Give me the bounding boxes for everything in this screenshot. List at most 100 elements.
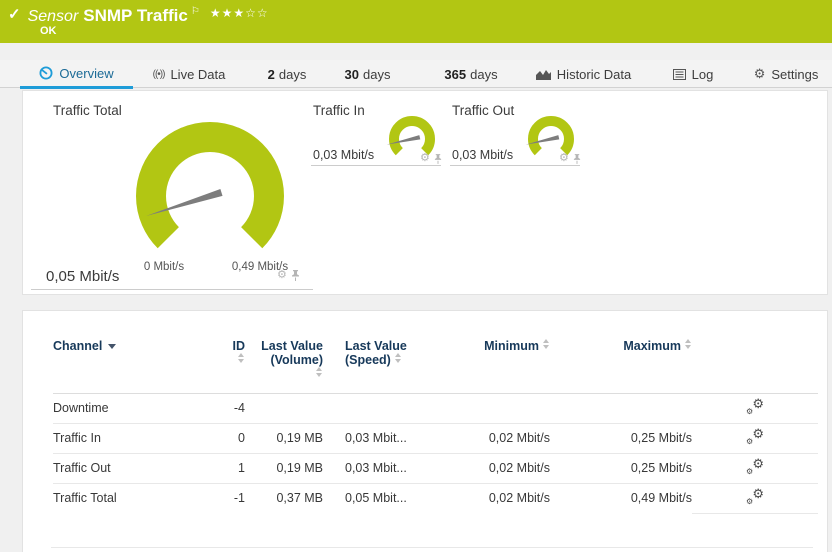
- sort-arrows-icon: [543, 339, 550, 349]
- column-header-speed-line2: (Speed): [345, 353, 391, 367]
- tab-live-data-label: Live Data: [170, 67, 225, 82]
- sort-arrows-icon: [316, 367, 323, 377]
- tab-overview-label: Overview: [59, 66, 113, 81]
- channel-minimum: 0,02 Mbit/s: [418, 423, 550, 453]
- gauge-title-traffic-in: Traffic In: [313, 103, 365, 118]
- gauge-scale-min: 0 Mbit/s: [114, 261, 214, 273]
- channel-id: 0: [223, 423, 245, 453]
- channel-minimum: 0,02 Mbit/s: [418, 453, 550, 483]
- channel-minimum: 0,02 Mbit/s: [418, 483, 550, 513]
- channel-name[interactable]: Traffic Total: [53, 483, 223, 513]
- column-header-minimum[interactable]: Minimum: [418, 339, 550, 393]
- channel-volume: [245, 393, 323, 423]
- gauge-quick-actions: ⚙: [559, 153, 581, 164]
- channel-maximum: 0,49 Mbit/s: [550, 483, 692, 513]
- tab-bar: Overview ((•)) Live Data 2 days 30 days …: [0, 60, 832, 88]
- tab-historic-data-label: Historic Data: [557, 67, 631, 82]
- column-header-speed-line1: Last Value: [345, 339, 407, 353]
- column-header-last-value-speed[interactable]: Last Value (Speed): [323, 339, 418, 393]
- table-row-traffic-out: Traffic Out 1 0,19 MB 0,03 Mbit... 0,02 …: [53, 453, 818, 483]
- table-row-traffic-total: Traffic Total -1 0,37 MB 0,05 Mbit... 0,…: [53, 483, 818, 513]
- tab-settings-label: Settings: [771, 67, 818, 82]
- column-header-volume-line2: (Volume): [270, 353, 323, 367]
- sensor-title: SNMP Traffic: [83, 6, 188, 25]
- channel-speed: 0,05 Mbit...: [323, 483, 418, 513]
- channel-maximum: 0,25 Mbit/s: [550, 423, 692, 453]
- divider: [450, 165, 580, 166]
- log-list-icon: [673, 69, 686, 80]
- object-kind-label: Sensor: [28, 8, 79, 25]
- column-header-minimum-label: Minimum: [484, 339, 539, 353]
- tab-live-data[interactable]: ((•)) Live Data: [148, 60, 230, 88]
- channel-name[interactable]: Downtime: [53, 393, 223, 423]
- tab-2-days[interactable]: 2 days: [262, 60, 312, 88]
- sort-arrows-icon: [395, 353, 402, 363]
- tab-log-label: Log: [692, 67, 714, 82]
- edit-channel-gears-icon[interactable]: ⚙⚙: [746, 489, 764, 505]
- channel-volume: 0,37 MB: [245, 483, 323, 513]
- gauge-quick-actions: ⚙: [420, 153, 442, 164]
- gear-icon[interactable]: ⚙: [420, 153, 430, 164]
- tab-365-days[interactable]: 365 days: [440, 60, 502, 88]
- channel-id: -4: [223, 393, 245, 423]
- table-header-row: Channel ID Last Value (Volume) Last Valu…: [53, 339, 818, 393]
- channel-maximum: 0,25 Mbit/s: [550, 453, 692, 483]
- tab-365-days-unit: days: [470, 67, 497, 82]
- edit-channel-gears-icon[interactable]: ⚙⚙: [746, 459, 764, 475]
- edit-channel-gears-icon[interactable]: ⚙⚙: [746, 429, 764, 445]
- column-header-edit: [692, 339, 818, 393]
- channel-name[interactable]: Traffic Out: [53, 453, 223, 483]
- pin-icon[interactable]: [291, 270, 300, 281]
- column-header-id[interactable]: ID: [223, 339, 245, 393]
- traffic-out-current-value: 0,03 Mbit/s: [452, 148, 513, 162]
- channel-name[interactable]: Traffic In: [53, 423, 223, 453]
- gauge-icon: [39, 66, 53, 80]
- tab-2-days-number: 2: [268, 67, 275, 82]
- edit-channel-gears-icon[interactable]: ⚙⚙: [746, 399, 764, 415]
- tab-30-days-number: 30: [345, 67, 359, 82]
- traffic-total-gauge: [135, 120, 285, 250]
- tab-2-days-unit: days: [279, 67, 306, 82]
- column-header-channel[interactable]: Channel: [53, 339, 223, 393]
- channel-volume: 0,19 MB: [245, 453, 323, 483]
- gear-icon[interactable]: ⚙: [559, 153, 569, 164]
- area-chart-icon: [536, 69, 551, 80]
- sort-arrows-icon: [238, 353, 245, 363]
- channel-maximum: [550, 393, 692, 423]
- tab-historic-data[interactable]: Historic Data: [536, 60, 631, 88]
- sort-arrows-icon: [685, 339, 692, 349]
- table-row-downtime: Downtime -4 ⚙⚙: [53, 393, 818, 423]
- channel-table: Channel ID Last Value (Volume) Last Valu…: [53, 339, 818, 514]
- column-header-channel-label: Channel: [53, 339, 102, 353]
- gear-icon: ⚙: [754, 66, 766, 82]
- gear-icon[interactable]: ⚙: [277, 270, 287, 281]
- pin-icon[interactable]: [573, 154, 581, 164]
- column-header-volume-line1: Last Value: [261, 339, 323, 353]
- channel-table-panel: Channel ID Last Value (Volume) Last Valu…: [22, 310, 828, 552]
- flag-icon[interactable]: ⚐: [191, 6, 200, 17]
- channel-volume: 0,19 MB: [245, 423, 323, 453]
- column-header-last-value-volume[interactable]: Last Value (Volume): [245, 339, 323, 393]
- gauge-title-traffic-total: Traffic Total: [53, 103, 122, 118]
- traffic-total-current-value: 0,05 Mbit/s: [46, 268, 119, 285]
- column-header-maximum[interactable]: Maximum: [550, 339, 692, 393]
- tab-log[interactable]: Log: [672, 60, 714, 88]
- divider: [31, 289, 313, 290]
- table-row-traffic-in: Traffic In 0 0,19 MB 0,03 Mbit... 0,02 M…: [53, 423, 818, 453]
- priority-stars[interactable]: ★★★☆☆: [210, 6, 269, 20]
- tab-settings[interactable]: ⚙ Settings: [756, 60, 816, 88]
- overview-gauges-panel: Traffic Total 0 Mbit/s 0,49 Mbit/s 0,05 …: [22, 90, 828, 295]
- tab-30-days[interactable]: 30 days: [340, 60, 395, 88]
- column-header-maximum-label: Maximum: [623, 339, 681, 353]
- channel-speed: 0,03 Mbit...: [323, 423, 418, 453]
- pin-icon[interactable]: [434, 154, 442, 164]
- status-ok-check-icon: ✓: [8, 6, 21, 23]
- divider: [311, 165, 441, 166]
- live-broadcast-icon: ((•)): [153, 69, 165, 80]
- status-badge: OK: [40, 25, 57, 37]
- chevron-down-icon: [108, 344, 116, 349]
- tab-overview[interactable]: Overview: [20, 60, 133, 89]
- traffic-in-current-value: 0,03 Mbit/s: [313, 148, 374, 162]
- channel-minimum: [418, 393, 550, 423]
- channel-speed: [323, 393, 418, 423]
